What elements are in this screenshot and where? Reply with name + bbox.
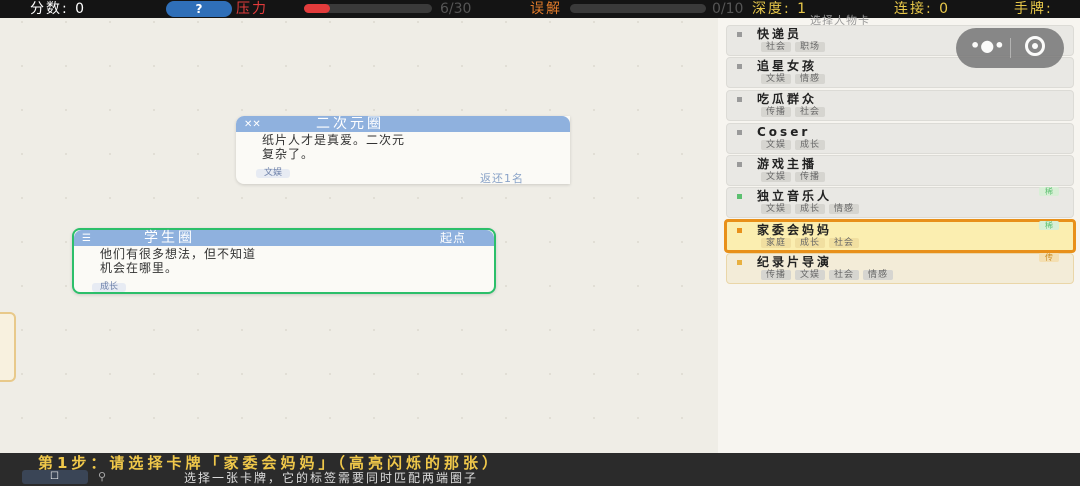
hand-label: 手牌: <box>1014 1 1053 17</box>
card-title: 学生圈 <box>144 230 195 246</box>
item-tags: 社会 职场 <box>761 42 829 52</box>
item-marker <box>737 194 742 199</box>
more-icon[interactable]: •●• <box>970 36 1004 55</box>
card-desc-line2: 机会在哪里。 <box>100 261 179 275</box>
card-header: ✕✕ 二次元圈 <box>236 116 570 132</box>
top-hud: 分数: 0 ? 压力 6/30 误解 0/10 深度: 1 连接: 0 手牌: <box>0 0 1080 18</box>
item-name: 吃瓜群众 <box>757 92 818 106</box>
item-tag: 文娱 <box>761 74 792 84</box>
item-tag: 社会 <box>829 270 860 280</box>
item-tags: 文娱 成长 情感 <box>761 204 863 214</box>
step-instruction: 第1步：请选择卡牌「家委会妈妈」（高亮闪烁的那张） <box>38 454 501 472</box>
item-tag: 社会 <box>795 107 826 117</box>
card-tag: 文娱 <box>256 169 291 178</box>
flag-icon: ☰ <box>82 233 91 244</box>
item-marker <box>737 130 742 135</box>
item-tags: 传播 社会 <box>761 107 829 117</box>
item-name: 游戏主播 <box>757 157 818 171</box>
misread-label: 误解 <box>530 1 562 17</box>
item-tag: 情感 <box>795 74 826 84</box>
character-item[interactable]: 游戏主播 文娱 传播 <box>726 155 1074 186</box>
item-tags: 传播 文娱 社会 情感 <box>761 270 897 280</box>
item-tag: 职场 <box>795 42 826 52</box>
item-name: 独立音乐人 <box>757 189 833 203</box>
anime-icon: ✕✕ <box>244 119 261 130</box>
item-marker <box>737 260 742 265</box>
menu-icon: ☐ <box>50 471 59 482</box>
item-tag: 家庭 <box>761 238 792 248</box>
circle-card-anime[interactable]: ✕✕ 二次元圈 纸片人才是真爱。二次元 复杂了。 文娱 返还1名 <box>236 116 570 184</box>
misread-value: 0/10 <box>712 1 744 17</box>
item-tag: 传播 <box>761 107 792 117</box>
character-item[interactable]: Coser 文娱 成长 <box>726 123 1074 154</box>
pressure-value: 6/30 <box>440 1 472 17</box>
pressure-bar <box>304 4 432 13</box>
menu-button[interactable]: ☐ <box>22 470 88 484</box>
character-item[interactable]: 独立音乐人 文娱 成长 情感 稀 <box>726 187 1074 218</box>
item-tag: 文娱 <box>761 140 792 150</box>
circle-card-student[interactable]: ☰ 学生圈 起点 他们有很多想法，但不知道 机会在哪里。 成长 <box>72 228 496 294</box>
item-tags: 文娱 情感 <box>761 74 829 84</box>
character-item[interactable]: 吃瓜群众 传播 社会 <box>726 90 1074 121</box>
item-marker <box>737 162 742 167</box>
close-circle-icon[interactable] <box>1025 36 1045 56</box>
card-desc-line1: 纸片人才是真爱。二次元 <box>262 133 406 147</box>
item-tag: 社会 <box>761 42 792 52</box>
item-tags: 文娱 成长 <box>761 140 829 150</box>
connect-label: 连接: 0 <box>894 1 951 17</box>
card-header: ☰ 学生圈 起点 <box>74 230 494 246</box>
hidden-card-edge[interactable] <box>0 312 16 382</box>
pressure-label: 压力 <box>236 1 268 17</box>
item-tag: 情感 <box>863 270 894 280</box>
item-tag: 情感 <box>829 204 860 214</box>
origin-label: 起点 <box>439 231 466 245</box>
hint-text: 选择一张卡牌，它的标签需要同时匹配两端圈子 <box>184 471 479 485</box>
card-tag: 成长 <box>92 283 127 292</box>
item-tag: 传播 <box>761 270 792 280</box>
help-button[interactable]: ? <box>166 1 232 17</box>
item-tag: 传播 <box>795 172 826 182</box>
item-tags: 文娱 传播 <box>761 172 829 182</box>
rarity-badge: 稀 <box>1039 187 1059 196</box>
item-tag: 成长 <box>795 238 826 248</box>
card-title: 二次元圈 <box>316 116 384 132</box>
item-tags: 家庭 成长 社会 <box>761 238 863 248</box>
item-marker <box>737 97 742 102</box>
item-marker <box>737 228 742 233</box>
item-name: 家委会妈妈 <box>757 223 833 237</box>
item-name: Coser <box>757 125 811 139</box>
card-desc-line2: 复杂了。 <box>262 147 315 161</box>
card-desc-line1: 他们有很多想法，但不知道 <box>100 247 257 261</box>
item-name: 快递员 <box>757 27 803 41</box>
item-tag: 文娱 <box>795 270 826 280</box>
capsule-divider <box>1010 38 1011 58</box>
item-name: 纪录片导演 <box>757 255 833 269</box>
rarity-badge: 稀 <box>1039 221 1059 230</box>
character-item[interactable]: 纪录片导演 传播 文娱 社会 情感 传 <box>726 253 1074 284</box>
depth-label: 深度: 1 <box>752 1 809 17</box>
score-label: 分数: 0 <box>30 1 87 17</box>
item-tag: 成长 <box>795 140 826 150</box>
character-item-selected[interactable]: 家委会妈妈 家庭 成长 社会 稀 <box>724 219 1076 253</box>
miniprogram-capsule: •●• <box>956 28 1064 68</box>
item-marker <box>737 32 742 37</box>
misread-bar <box>570 4 706 13</box>
item-tag: 文娱 <box>761 204 792 214</box>
rarity-badge: 传 <box>1039 253 1059 262</box>
item-marker <box>737 64 742 69</box>
card-return-text: 返还1名 <box>480 172 524 184</box>
item-tag: 成长 <box>795 204 826 214</box>
item-tag: 文娱 <box>761 172 792 182</box>
item-tag: 社会 <box>829 238 860 248</box>
item-name: 追星女孩 <box>757 59 818 73</box>
